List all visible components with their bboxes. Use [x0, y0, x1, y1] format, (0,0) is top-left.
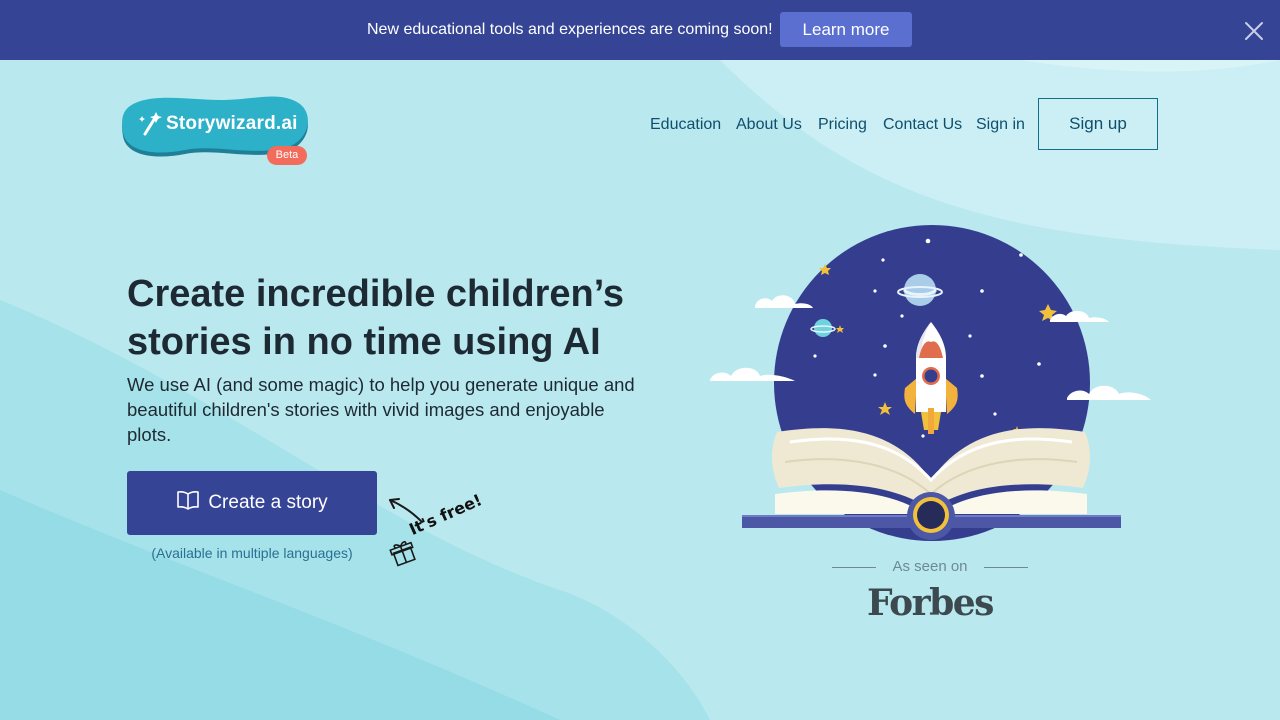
seen-on-divider-right	[984, 567, 1028, 568]
logo-text: Storywizard.ai	[166, 113, 298, 134]
open-book-icon	[176, 490, 200, 516]
banner-message: New educational tools and experiences ar…	[367, 21, 773, 38]
beta-badge: Beta	[267, 146, 307, 165]
wand-icon	[136, 108, 166, 143]
seen-on-divider-left	[832, 567, 876, 568]
nav-sign-in[interactable]: Sign in	[976, 114, 1025, 136]
create-story-label: Create a story	[208, 492, 328, 513]
create-story-button[interactable]: Create a story	[127, 471, 377, 535]
storywizard-logo[interactable]: Storywizard.ai Beta	[120, 96, 312, 168]
learn-more-button[interactable]: Learn more	[780, 12, 912, 47]
sign-up-button[interactable]: Sign up	[1038, 98, 1158, 150]
book-rocket-illustration	[710, 225, 1151, 541]
close-icon[interactable]	[1243, 20, 1265, 42]
as-seen-on-label: As seen on	[892, 558, 968, 575]
forbes-logo: Forbes	[867, 582, 994, 624]
announcement-banner: New educational tools and experiences ar…	[0, 0, 1280, 60]
nav-contact-us[interactable]: Contact Us	[883, 114, 962, 136]
nav-pricing[interactable]: Pricing	[818, 114, 867, 136]
nav-about-us[interactable]: About Us	[736, 114, 802, 136]
gift-icon	[389, 541, 416, 567]
languages-note: (Available in multiple languages)	[151, 545, 353, 561]
hero-subtitle: We use AI (and some magic) to help you g…	[127, 374, 635, 445]
hero-title: Create incredible children’s stories in …	[127, 273, 624, 363]
nav-education[interactable]: Education	[650, 114, 721, 136]
